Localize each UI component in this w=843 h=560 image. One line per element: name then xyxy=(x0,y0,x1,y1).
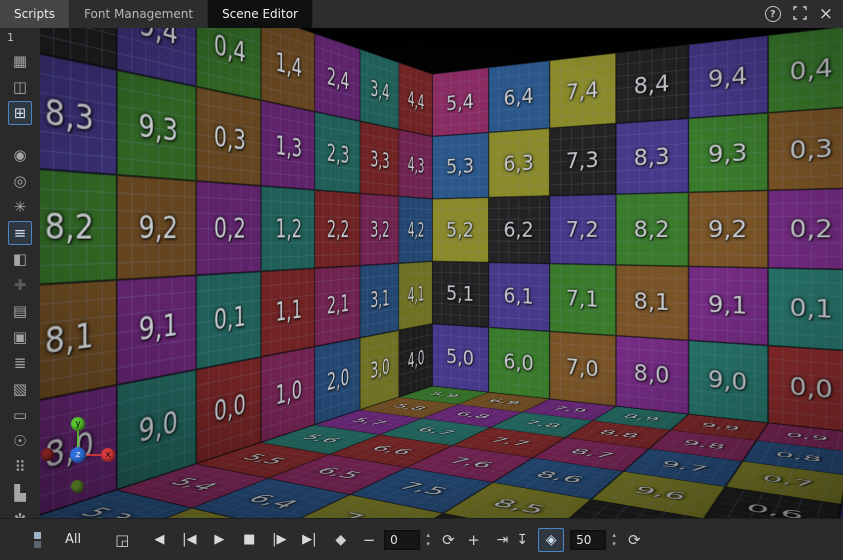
fullscreen-icon xyxy=(793,6,807,20)
transport-controls: ◀ |◀ ▶ ■ |▶ ▶| xyxy=(147,532,321,547)
fullscreen-button[interactable] xyxy=(793,5,807,24)
frame-spin-up-button[interactable]: ▴ xyxy=(422,531,434,540)
app-window: Scripts Font Management Scene Editor ? ×… xyxy=(0,0,843,560)
rectangle-icon[interactable]: ▭ xyxy=(8,403,32,427)
next-keyframe-icon[interactable]: ⇥ xyxy=(497,532,509,548)
snowflake-icon[interactable]: ✻ xyxy=(8,507,32,518)
speed-spinner: ▴ ▾ xyxy=(608,531,620,549)
dot-grid-icon[interactable]: ⠿ xyxy=(8,455,32,479)
tab-scene-editor[interactable]: Scene Editor xyxy=(208,0,313,28)
grid-view-icon[interactable]: ▦ xyxy=(8,49,32,73)
step-forward-button[interactable]: |▶ xyxy=(267,532,291,547)
splitter-handle[interactable] xyxy=(34,532,41,548)
sidebar-tools: ▦◫⊞ ◉◎✳≡◧✚▤▣≣▧▭☉⠿▙ ✻ xyxy=(8,49,32,518)
axis-gizmo: y x z xyxy=(40,28,843,518)
x-axis-handle[interactable]: x xyxy=(101,448,115,462)
page-indicator: 1 xyxy=(0,31,14,44)
tab-scripts[interactable]: Scripts xyxy=(0,0,70,28)
scene-viewport[interactable]: 5,46,47,48,49,40,41,42,43,44,45,36,37,38… xyxy=(40,28,843,518)
tool-sidebar: 1 ▦◫⊞ ◉◎✳≡◧✚▤▣≣▧▭☉⠿▙ ✻ xyxy=(0,28,40,518)
frame-spinner: ▴ ▾ xyxy=(422,531,434,549)
layer-stack-icon[interactable]: ≣ xyxy=(8,351,32,375)
stage-output-icon[interactable]: ⊞ xyxy=(8,101,32,125)
snap-to-frame-icon[interactable]: ↧ xyxy=(516,532,528,548)
help-icon: ? xyxy=(770,9,776,20)
window-controls: ? × xyxy=(765,0,843,28)
tab-bar: Scripts Font Management Scene Editor ? × xyxy=(0,0,843,28)
reset-speed-icon[interactable]: ⟳ xyxy=(628,531,641,549)
move-tool-icon[interactable]: ✚ xyxy=(8,273,32,297)
speed-spin-down-button[interactable]: ▾ xyxy=(608,540,620,549)
tab-strip: Scripts Font Management Scene Editor xyxy=(0,0,313,28)
filter-all-button[interactable]: All xyxy=(65,532,81,547)
jump-to-start-button[interactable]: |◀ xyxy=(177,532,201,547)
speed-spin-up-button[interactable]: ▴ xyxy=(608,531,620,540)
reset-time-icon[interactable]: ⟳ xyxy=(442,531,455,549)
decrement-frame-button[interactable]: − xyxy=(360,531,378,549)
play-backward-button[interactable]: ◀ xyxy=(147,532,171,547)
tab-font-management[interactable]: Font Management xyxy=(70,0,208,28)
animation-toolbar: All ◲ ◀ |◀ ▶ ■ |▶ ▶| ◆ − ▴ ▾ ⟳ + ⇥ ↧ ◈ ▴… xyxy=(0,518,843,560)
camera-icon[interactable]: ◲ xyxy=(115,531,129,549)
help-button[interactable]: ? xyxy=(765,6,781,22)
film-strip-icon[interactable]: ▤ xyxy=(8,299,32,323)
camera-icon[interactable]: ◎ xyxy=(8,169,32,193)
light-icon[interactable]: ✳ xyxy=(8,195,32,219)
keyframe-icon[interactable]: ◆ xyxy=(335,532,346,548)
split-view-icon[interactable]: ◫ xyxy=(8,75,32,99)
property-sliders-icon[interactable]: ≡ xyxy=(8,221,32,245)
geometry-box-icon[interactable]: ▣ xyxy=(8,325,32,349)
main-area: 1 ▦◫⊞ ◉◎✳≡◧✚▤▣≣▧▭☉⠿▙ ✻ 5,46,47,48,49,40,41… xyxy=(0,28,843,518)
y-axis-handle[interactable]: y xyxy=(71,417,85,431)
z-axis-handle[interactable]: z xyxy=(70,447,86,463)
negative-x-handle[interactable] xyxy=(41,448,54,461)
material-icon[interactable]: ◧ xyxy=(8,247,32,271)
negative-y-handle[interactable] xyxy=(71,480,84,493)
frame-spin-down-button[interactable]: ▾ xyxy=(422,540,434,549)
auto-key-toggle[interactable]: ◈ xyxy=(538,528,564,552)
stop-button[interactable]: ■ xyxy=(237,532,261,547)
close-button[interactable]: × xyxy=(819,6,833,23)
increment-frame-button[interactable]: + xyxy=(465,531,483,549)
record-icon[interactable]: ◉ xyxy=(8,143,32,167)
play-button[interactable]: ▶ xyxy=(207,532,231,547)
speed-input[interactable] xyxy=(570,530,606,550)
statistics-icon[interactable]: ▙ xyxy=(8,481,32,505)
jump-to-end-button[interactable]: ▶| xyxy=(297,532,321,547)
frame-input[interactable] xyxy=(384,530,420,550)
light-bulb-icon[interactable]: ☉ xyxy=(8,429,32,453)
texture-icon[interactable]: ▧ xyxy=(8,377,32,401)
